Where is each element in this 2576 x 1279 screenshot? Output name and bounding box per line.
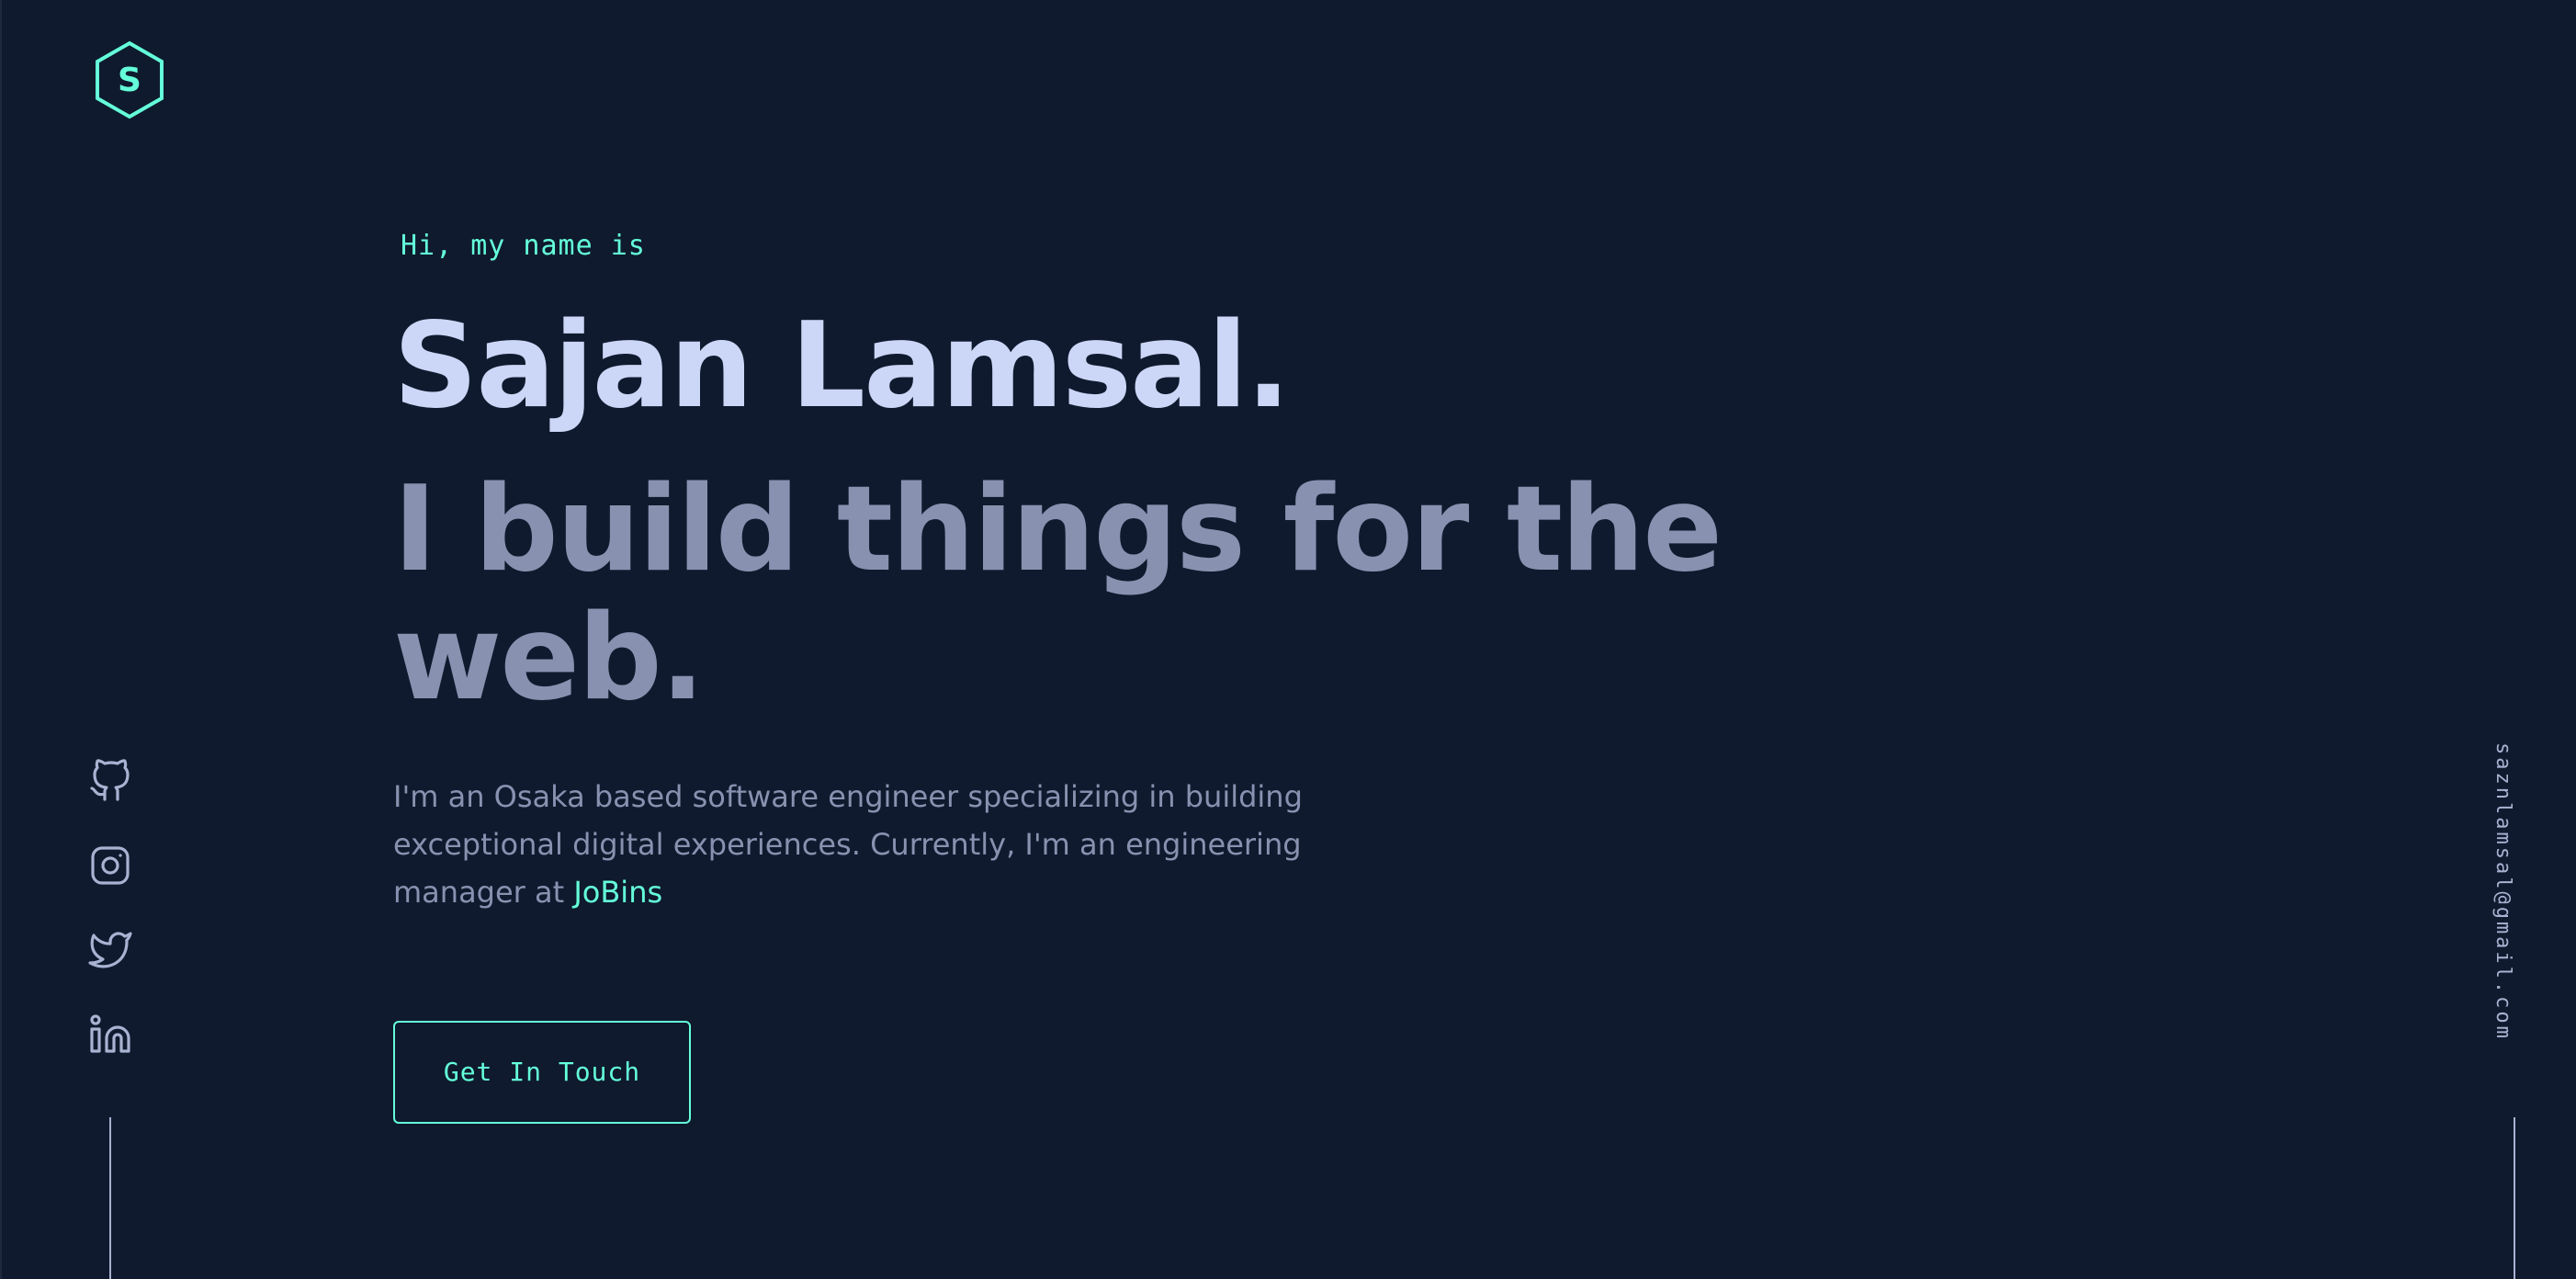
company-link[interactable]: JoBins [573, 875, 662, 910]
github-icon [90, 759, 130, 801]
logo-letter: S [118, 61, 141, 99]
social-links [88, 759, 132, 1097]
instagram-link[interactable] [88, 843, 132, 888]
twitter-icon [88, 932, 132, 968]
email-divider-line [2514, 1117, 2515, 1279]
logo-link[interactable]: S [94, 40, 165, 119]
hero-name: Sajan Lamsal. [393, 298, 1291, 435]
social-divider-line [109, 1117, 111, 1279]
instagram-icon [91, 846, 130, 885]
hero-section: Hi, my name is Sajan Lamsal. I build thi… [393, 230, 2047, 1124]
hero-tagline: I build things for the web. [393, 461, 1723, 727]
greeting-text: Hi, my name is [401, 230, 646, 262]
linkedin-icon [90, 1014, 130, 1053]
intro-paragraph: I'm an Osaka based software engineer spe… [393, 773, 1312, 916]
intro-text: I'm an Osaka based software engineer spe… [393, 779, 1303, 910]
email-link[interactable]: saznlamsal@gmail.com [2491, 742, 2514, 1041]
linkedin-link[interactable] [88, 1013, 132, 1057]
twitter-link[interactable] [88, 928, 132, 972]
get-in-touch-button[interactable]: Get In Touch [393, 1021, 691, 1124]
github-link[interactable] [88, 759, 132, 803]
email-sidebar: saznlamsal@gmail.com [2491, 742, 2528, 1064]
